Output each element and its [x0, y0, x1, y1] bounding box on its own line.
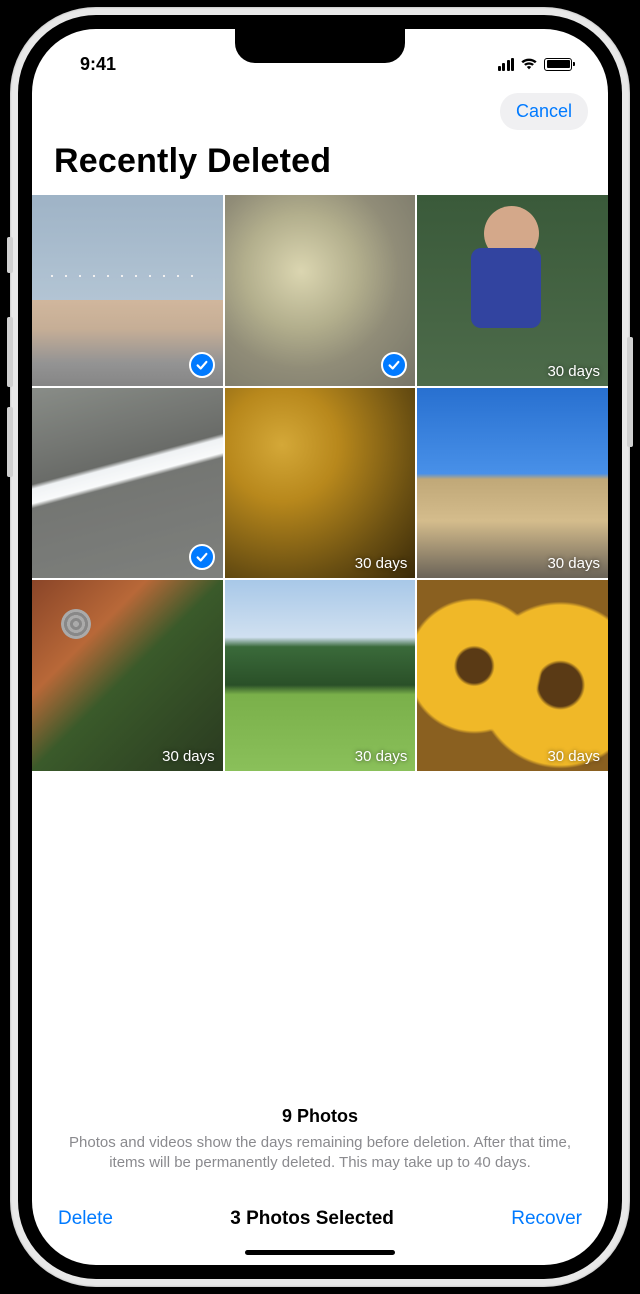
days-remaining-label: 30 days [547, 555, 600, 572]
photo-thumbnail[interactable]: 30 days [225, 388, 416, 579]
battery-icon [544, 58, 572, 71]
nav-bar: Cancel [32, 81, 608, 136]
photo-thumbnail[interactable] [225, 195, 416, 386]
device-notch [235, 29, 405, 63]
status-time: 9:41 [80, 54, 116, 75]
checkmark-icon [189, 544, 215, 570]
bottom-toolbar: Delete 3 Photos Selected Recover [32, 1187, 608, 1242]
cellular-icon [498, 58, 515, 71]
summary-description: Photos and videos show the days remainin… [52, 1133, 588, 1174]
wifi-icon [520, 57, 538, 71]
photo-count-label: 9 Photos [282, 1106, 358, 1127]
page-title: Recently Deleted [32, 136, 608, 195]
cancel-button[interactable]: Cancel [500, 93, 588, 130]
photo-grid: 30 days 30 days 30 days [32, 195, 608, 771]
days-remaining-label: 30 days [547, 748, 600, 765]
photo-thumbnail[interactable] [32, 388, 223, 579]
photo-thumbnail[interactable]: 30 days [225, 580, 416, 771]
recover-button[interactable]: Recover [511, 1208, 582, 1230]
days-remaining-label: 30 days [355, 748, 408, 765]
selection-count-label: 3 Photos Selected [230, 1208, 394, 1230]
photo-thumbnail[interactable]: 30 days [417, 580, 608, 771]
days-remaining-label: 30 days [162, 748, 215, 765]
home-indicator[interactable] [245, 1250, 395, 1255]
days-remaining-label: 30 days [547, 363, 600, 380]
checkmark-icon [381, 352, 407, 378]
photo-thumbnail[interactable]: 30 days [417, 195, 608, 386]
photo-thumbnail[interactable] [32, 195, 223, 386]
delete-button[interactable]: Delete [58, 1208, 113, 1230]
photo-thumbnail[interactable]: 30 days [417, 388, 608, 579]
checkmark-icon [189, 352, 215, 378]
days-remaining-label: 30 days [355, 555, 408, 572]
photo-thumbnail[interactable]: 30 days [32, 580, 223, 771]
summary-block: 9 Photos Photos and videos show the days… [32, 771, 608, 1187]
